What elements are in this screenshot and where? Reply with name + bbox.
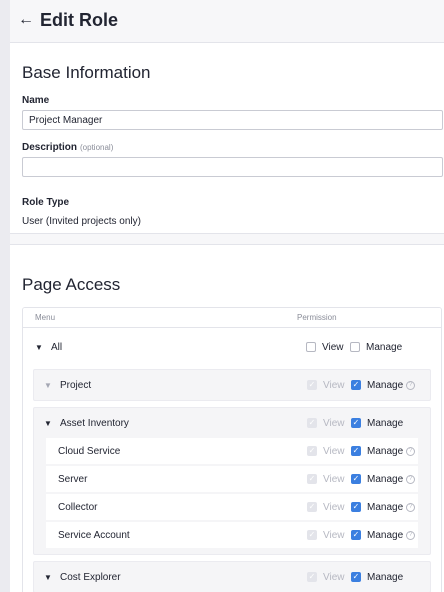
checkbox-checked-icon: ✓ <box>307 474 317 484</box>
service-account-manage-checkbox[interactable]: ✓ Manage? <box>351 530 416 541</box>
project-manage-checkbox[interactable]: ✓ Manage? <box>351 380 416 391</box>
group-asset-inventory: ▼ Asset Inventory ✓ View ✓ Manage Cloud Se… <box>33 407 431 555</box>
checkbox-icon <box>350 342 360 352</box>
row-server: Server ✓ View ✓ Manage? <box>46 466 418 492</box>
service-account-view-checkbox: ✓ View <box>307 529 345 541</box>
caret-down-icon[interactable]: ▼ <box>44 573 52 582</box>
table-header: Menu Permission <box>23 308 441 328</box>
row-label: Cost Explorer <box>60 571 121 583</box>
optional-hint: (optional) <box>80 143 114 152</box>
checkbox-checked-icon: ✓ <box>307 502 317 512</box>
help-icon[interactable]: ? <box>406 446 416 456</box>
group-project: ▼ Project ✓ View ✓ Manage? <box>33 369 431 401</box>
row-all: ▼ All View Manage <box>23 328 441 366</box>
checkbox-checked-icon: ✓ <box>307 530 317 540</box>
help-icon[interactable]: ? <box>406 380 416 390</box>
checkbox-checked-icon: ✓ <box>307 446 317 456</box>
checkbox-checked-icon: ✓ <box>351 572 361 582</box>
description-input[interactable] <box>22 157 443 177</box>
edit-role-page: ← Edit Role Base Information Name Descri… <box>10 0 444 592</box>
page-header: ← Edit Role <box>10 0 444 40</box>
cloud-service-manage-checkbox[interactable]: ✓ Manage? <box>351 446 416 457</box>
column-menu: Menu <box>35 313 56 322</box>
cost-explorer-view-checkbox: ✓ View <box>307 571 345 583</box>
role-type-value: User (Invited projects only) <box>22 216 141 227</box>
project-view-checkbox: ✓ View <box>307 379 345 391</box>
row-cloud-service: Cloud Service ✓ View ✓ Manage? <box>46 438 418 464</box>
row-collector: Collector ✓ View ✓ Manage? <box>46 494 418 520</box>
cost-explorer-manage-checkbox[interactable]: ✓ Manage <box>351 572 403 583</box>
server-view-checkbox: ✓ View <box>307 473 345 485</box>
caret-down-icon[interactable]: ▼ <box>44 419 52 428</box>
server-manage-checkbox[interactable]: ✓ Manage? <box>351 474 416 485</box>
row-label: Service Account <box>58 529 130 541</box>
row-label: All <box>51 341 63 353</box>
asset-inventory-view-checkbox: ✓ View <box>307 417 345 429</box>
group-cost-explorer: ▼ Cost Explorer ✓ View ✓ Manage <box>33 561 431 592</box>
base-information-panel: Base Information Name Description(option… <box>10 42 444 234</box>
checkbox-checked-icon: ✓ <box>307 418 317 428</box>
checkbox-checked-icon: ✓ <box>307 380 317 390</box>
row-label: Asset Inventory <box>60 417 129 429</box>
checkbox-checked-icon: ✓ <box>351 446 361 456</box>
page-title: Edit Role <box>40 9 119 30</box>
caret-down-icon[interactable]: ▼ <box>35 343 43 352</box>
checkbox-checked-icon: ✓ <box>351 380 361 390</box>
collector-view-checkbox: ✓ View <box>307 501 345 513</box>
role-type-label: Role Type <box>22 197 70 208</box>
arrow-left-icon[interactable]: ← <box>18 12 34 28</box>
checkbox-checked-icon: ✓ <box>351 418 361 428</box>
help-icon[interactable]: ? <box>406 474 416 484</box>
all-view-checkbox[interactable]: View <box>306 342 344 353</box>
page-access-title: Page Access <box>22 275 121 294</box>
checkbox-checked-icon: ✓ <box>351 502 361 512</box>
all-manage-checkbox[interactable]: Manage <box>350 342 402 353</box>
checkbox-checked-icon: ✓ <box>307 572 317 582</box>
row-project: ▼ Project ✓ View ✓ Manage? <box>34 370 430 400</box>
row-label: Project <box>60 379 92 391</box>
row-asset-inventory: ▼ Asset Inventory ✓ View ✓ Manage <box>34 408 430 438</box>
row-label: Server <box>58 473 88 485</box>
checkbox-checked-icon: ✓ <box>351 474 361 484</box>
row-label: Cloud Service <box>58 445 121 457</box>
caret-down-icon: ▼ <box>44 380 52 390</box>
collector-manage-checkbox[interactable]: ✓ Manage? <box>351 502 416 513</box>
column-permission: Permission <box>297 313 337 322</box>
base-information-title: Base Information <box>22 63 151 82</box>
page-access-panel: Page Access Menu Permission ▼ All View M… <box>10 244 444 592</box>
row-cost-explorer: ▼ Cost Explorer ✓ View ✓ Manage <box>34 562 430 592</box>
asset-inventory-manage-checkbox[interactable]: ✓ Manage <box>351 418 403 429</box>
row-label: Collector <box>58 501 98 513</box>
checkbox-checked-icon: ✓ <box>351 530 361 540</box>
help-icon[interactable]: ? <box>406 530 416 540</box>
checkbox-icon <box>306 342 316 352</box>
permission-table: Menu Permission ▼ All View Manage ▼ Proj… <box>22 307 442 592</box>
name-input[interactable] <box>22 110 443 130</box>
cloud-service-view-checkbox: ✓ View <box>307 445 345 457</box>
row-service-account: Service Account ✓ View ✓ Manage? <box>46 522 418 548</box>
help-icon[interactable]: ? <box>406 502 416 512</box>
description-label: Description (optional) <box>22 142 114 153</box>
name-label: Name <box>22 95 50 106</box>
